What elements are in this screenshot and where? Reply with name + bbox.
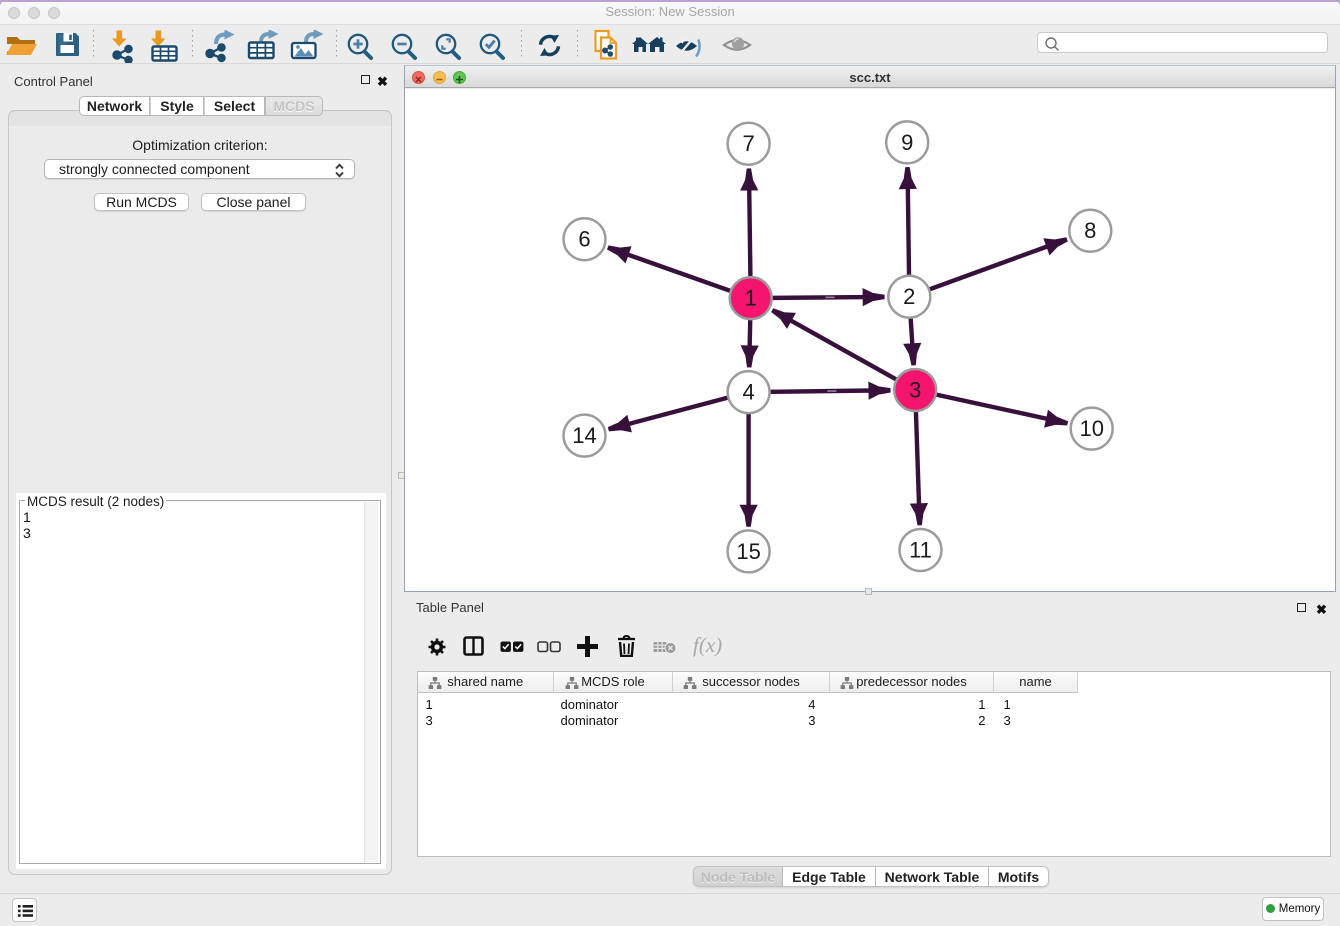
svg-text:11: 11	[909, 537, 932, 562]
svg-text:2: 2	[903, 284, 915, 309]
svg-text:15: 15	[736, 539, 760, 564]
svg-text:1: 1	[745, 286, 757, 311]
svg-text:9: 9	[901, 130, 913, 155]
svg-text:14: 14	[572, 423, 596, 448]
svg-text:7: 7	[742, 131, 754, 156]
svg-text:6: 6	[578, 227, 590, 252]
svg-text:8: 8	[1084, 218, 1096, 243]
svg-text:3: 3	[909, 377, 921, 402]
svg-text:4: 4	[742, 380, 754, 405]
svg-text:10: 10	[1079, 416, 1103, 441]
